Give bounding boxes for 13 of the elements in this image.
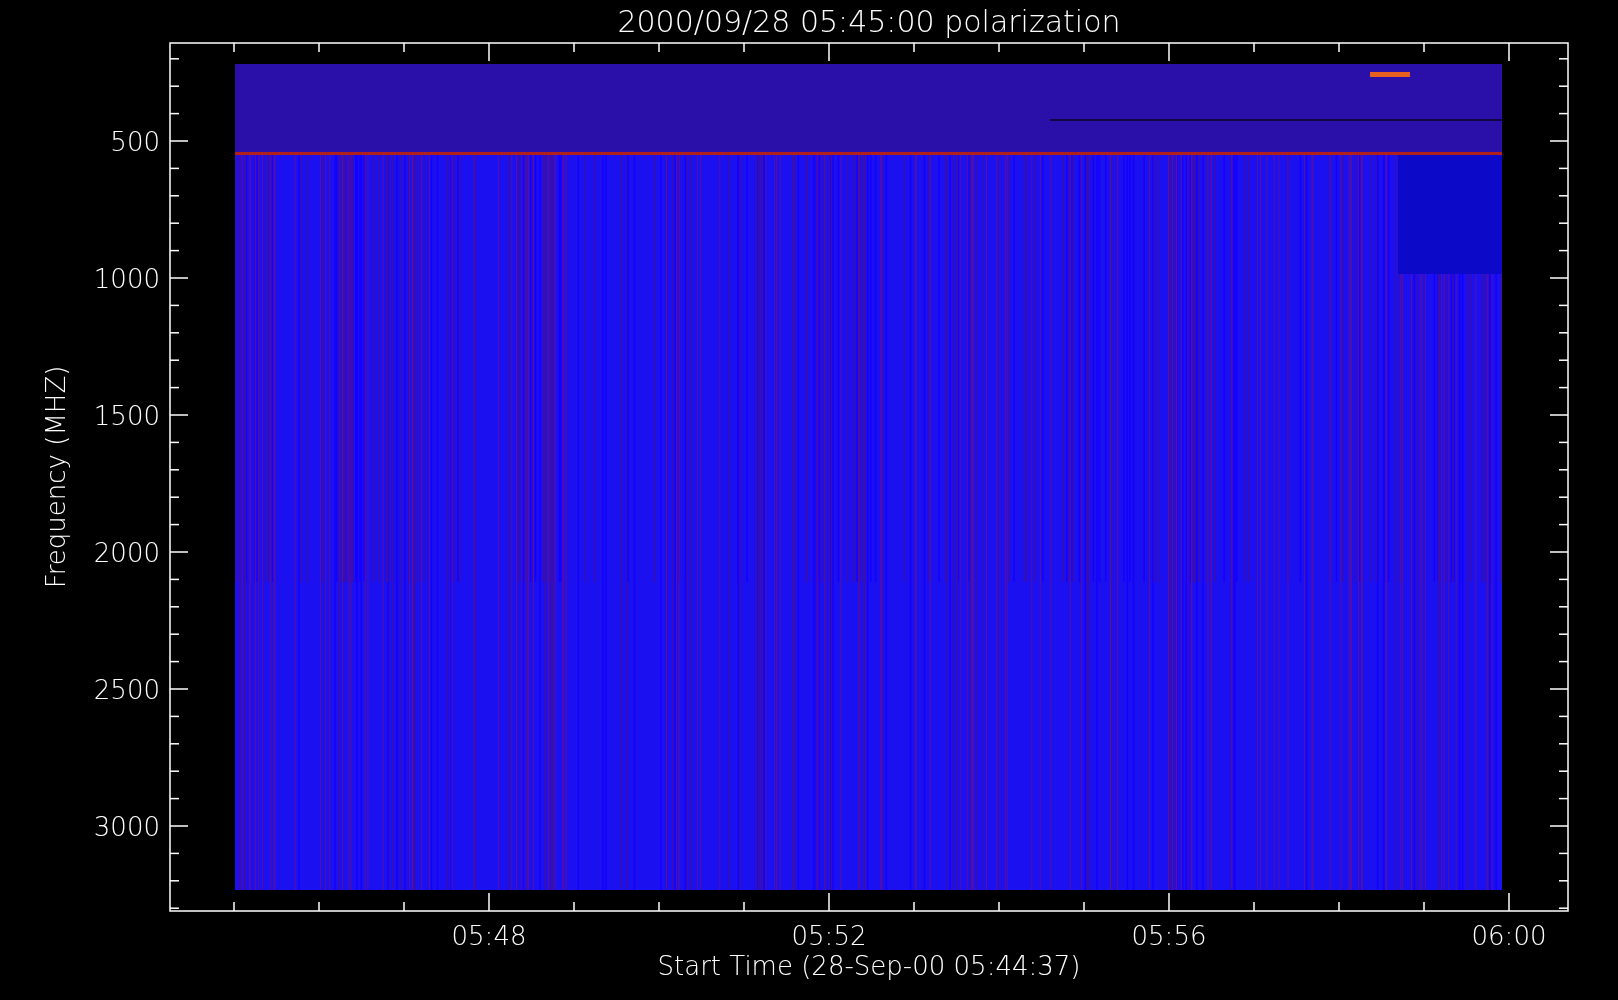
y-tick-label: 2000 [93, 538, 160, 568]
y-tick-label: 500 [110, 127, 160, 157]
y-axis-label: Frequency (MHZ) [41, 365, 71, 589]
y-tick-label: 1500 [93, 401, 160, 431]
x-tick-label: 06:00 [1471, 921, 1547, 951]
y-tick-label: 3000 [93, 812, 160, 842]
y-tick-label: 2500 [93, 675, 160, 705]
x-tick-label: 05:56 [1131, 921, 1207, 951]
x-tick-label: 05:48 [451, 921, 527, 951]
x-axis-label: Start Time (28-Sep-00 05:44:37) [657, 951, 1081, 981]
x-tick-label: 05:52 [791, 921, 867, 951]
chart-title: 2000/09/28 05:45:00 polarization [617, 4, 1121, 39]
y-tick-label: 1000 [93, 264, 160, 294]
